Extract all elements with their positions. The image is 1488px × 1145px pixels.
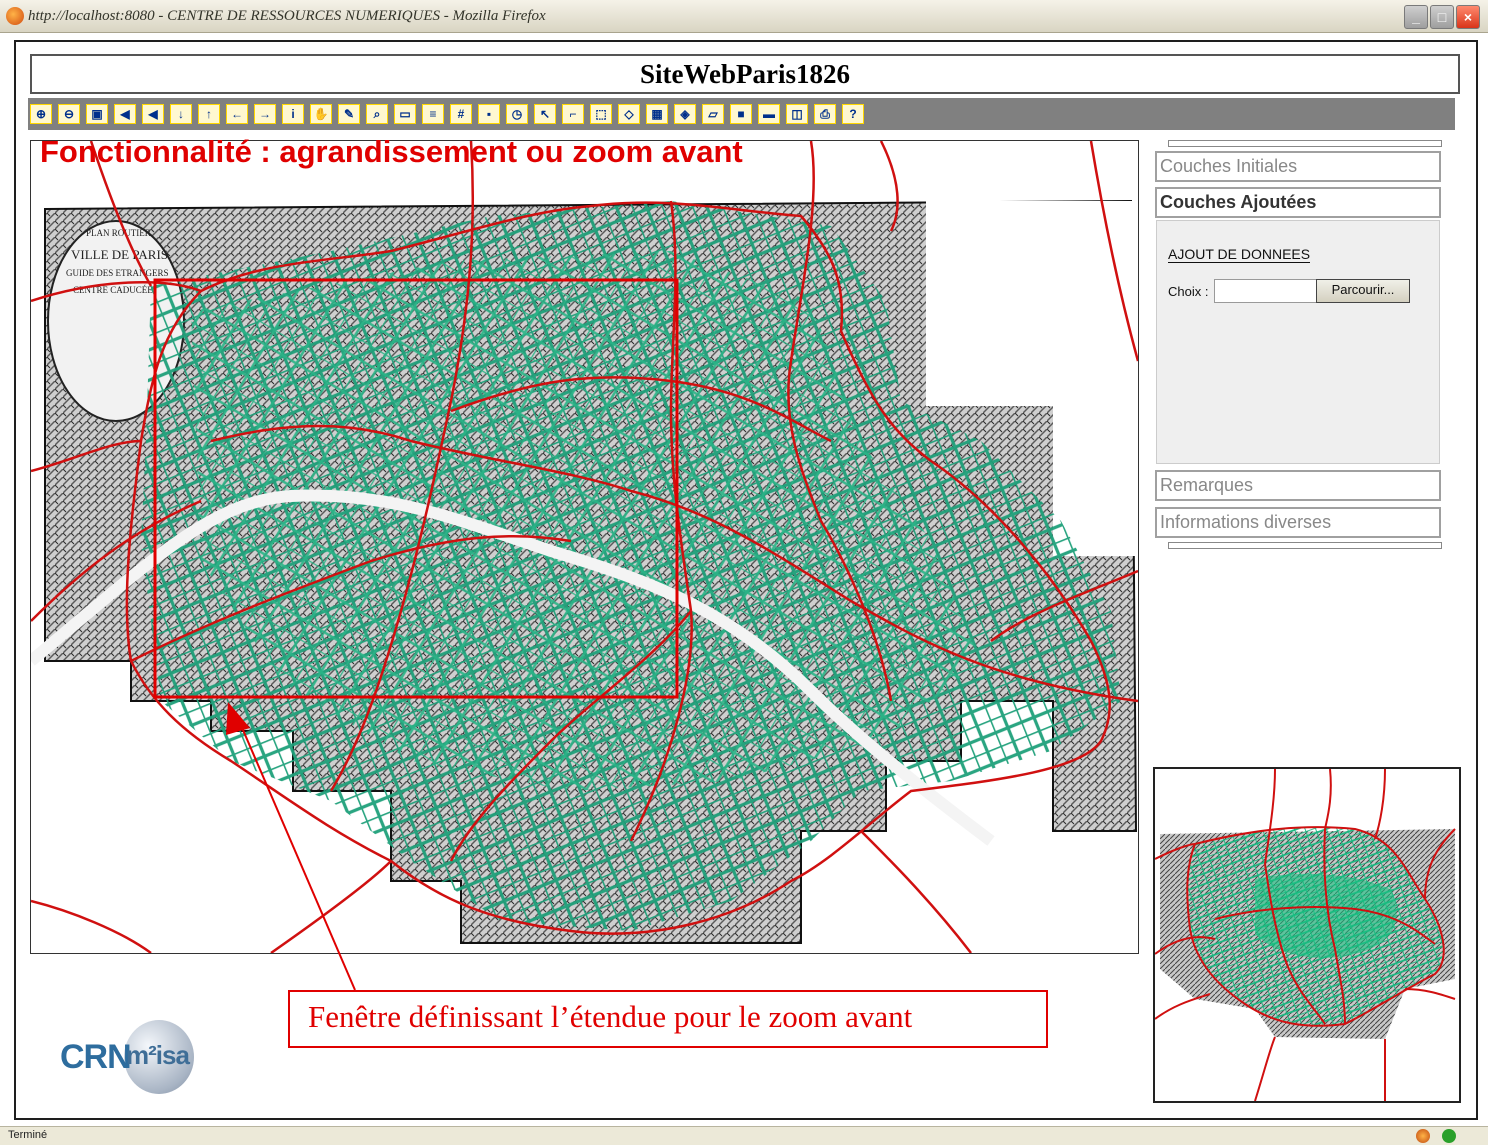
zoom-callout: Fenêtre définissant l’étendue pour le zo…	[288, 990, 1048, 1048]
panel-top-strip	[1168, 140, 1442, 147]
choix-file-input[interactable]	[1214, 279, 1318, 303]
couches-ajoutees-tab[interactable]: Couches Ajoutées	[1155, 187, 1441, 218]
status-bar: Terminé	[0, 1126, 1488, 1145]
check-icon	[1442, 1129, 1456, 1143]
status-text: Terminé	[8, 1129, 48, 1141]
overview-map[interactable]	[1153, 767, 1461, 1103]
firefox-status-icon	[1416, 1129, 1430, 1143]
logo-misa-text: m²isa	[126, 1040, 190, 1070]
remarques-tab[interactable]: Remarques	[1155, 470, 1441, 501]
ajout-de-donnees-link[interactable]: AJOUT DE DONNEES	[1168, 246, 1311, 263]
logo-crn-text: CRN	[60, 1038, 132, 1076]
couches-initiales-tab[interactable]: Couches Initiales	[1155, 151, 1441, 182]
choix-label: Choix :	[1168, 284, 1209, 299]
panel-bottom-strip	[1168, 542, 1442, 549]
informations-diverses-tab[interactable]: Informations diverses	[1155, 507, 1441, 538]
crn-misa-logo: CRN m²isa	[60, 1020, 200, 1098]
parcourir-button[interactable]: Parcourir...	[1316, 279, 1410, 303]
